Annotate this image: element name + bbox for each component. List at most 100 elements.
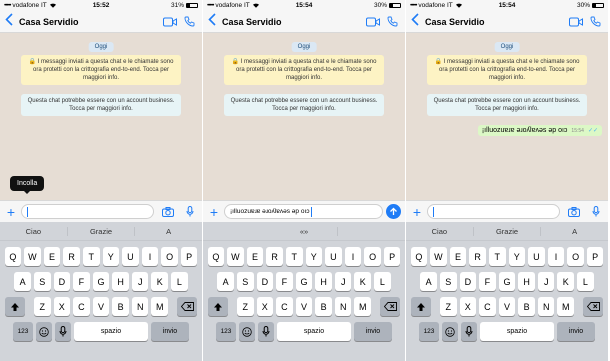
key[interactable]: I	[344, 247, 362, 266]
key[interactable]: N	[334, 297, 352, 316]
message-input[interactable]: ¡ılluozuɐɹɐ ǝɹoʎlɐʌǝs ǝp oıɔ	[224, 204, 383, 219]
key[interactable]: Q	[4, 247, 22, 266]
microphone-icon[interactable]	[182, 205, 198, 219]
key[interactable]: A	[420, 272, 437, 291]
key[interactable]: M	[557, 297, 575, 316]
suggestion-item[interactable]: A	[541, 227, 608, 236]
enter-key[interactable]: invio	[557, 322, 595, 341]
video-call-icon[interactable]	[162, 15, 178, 29]
emoji-icon[interactable]	[36, 322, 52, 341]
paste-tooltip[interactable]: Incolla	[10, 176, 45, 194]
emoji-icon[interactable]	[442, 322, 458, 341]
key[interactable]: T	[82, 247, 100, 266]
video-call-icon[interactable]	[365, 15, 381, 29]
emoji-icon[interactable]	[239, 322, 255, 341]
suggestion-item[interactable]: Grazie	[474, 226, 542, 236]
key[interactable]: M	[354, 297, 372, 316]
key[interactable]: G	[295, 272, 313, 291]
space-key[interactable]: spazio	[74, 322, 148, 341]
key[interactable]: Q	[207, 247, 225, 266]
key[interactable]: B	[518, 297, 535, 316]
plus-icon[interactable]: +	[207, 204, 221, 220]
plus-icon[interactable]: +	[4, 204, 18, 220]
key[interactable]: H	[315, 272, 332, 291]
suggestion-item[interactable]: Ciao	[0, 226, 68, 236]
chat-title[interactable]: Casa Servidio	[425, 17, 565, 27]
microphone-icon[interactable]	[588, 205, 604, 219]
key[interactable]: G	[92, 272, 110, 291]
dictation-icon[interactable]	[258, 322, 274, 341]
key[interactable]: P	[180, 247, 198, 266]
key[interactable]: D	[256, 272, 274, 291]
dictation-icon[interactable]	[461, 322, 477, 341]
key[interactable]: O	[364, 247, 381, 266]
key[interactable]: X	[256, 297, 274, 316]
enter-key[interactable]: invio	[151, 322, 189, 341]
key[interactable]: Y	[102, 247, 120, 266]
shift-icon[interactable]	[207, 297, 228, 316]
key[interactable]: N	[537, 297, 555, 316]
key[interactable]: K	[354, 272, 372, 291]
key[interactable]: E	[246, 247, 264, 266]
chat-title[interactable]: Casa Servidio	[19, 17, 159, 27]
shift-icon[interactable]	[410, 297, 431, 316]
key[interactable]: L	[577, 272, 594, 291]
key[interactable]: S	[439, 272, 457, 291]
suggestion-item[interactable]: Grazie	[68, 226, 136, 236]
key[interactable]: O	[161, 247, 178, 266]
numbers-key[interactable]: 123	[13, 322, 33, 341]
key[interactable]: F	[276, 272, 293, 291]
key[interactable]: C	[479, 297, 496, 316]
key[interactable]: B	[112, 297, 129, 316]
space-key[interactable]: spazio	[480, 322, 554, 341]
key[interactable]: Y	[508, 247, 526, 266]
key[interactable]: O	[567, 247, 584, 266]
key[interactable]: D	[53, 272, 71, 291]
key[interactable]: W	[430, 247, 447, 266]
key[interactable]: W	[227, 247, 244, 266]
key[interactable]: X	[53, 297, 71, 316]
key[interactable]: C	[276, 297, 293, 316]
plus-icon[interactable]: +	[410, 204, 424, 220]
key[interactable]: I	[547, 247, 565, 266]
key[interactable]: P	[383, 247, 401, 266]
key[interactable]: U	[122, 247, 139, 266]
key[interactable]: J	[537, 272, 555, 291]
key[interactable]: U	[528, 247, 545, 266]
key[interactable]: U	[325, 247, 342, 266]
key[interactable]: R	[469, 247, 486, 266]
camera-icon[interactable]	[566, 205, 582, 219]
key[interactable]: M	[151, 297, 169, 316]
key[interactable]: H	[518, 272, 535, 291]
key[interactable]: B	[315, 297, 332, 316]
key[interactable]: W	[24, 247, 41, 266]
key[interactable]: J	[131, 272, 149, 291]
shift-icon[interactable]	[4, 297, 25, 316]
numbers-key[interactable]: 123	[216, 322, 236, 341]
phone-icon[interactable]	[181, 15, 197, 29]
key[interactable]: K	[151, 272, 169, 291]
key[interactable]: Z	[439, 297, 457, 316]
outgoing-message[interactable]: ¡ılluozuɐɹɐ ǝɹoʎlɐʌǝs ǝp oıɔ 15:54 ✓✓	[477, 125, 602, 136]
space-key[interactable]: spazio	[277, 322, 351, 341]
delete-icon[interactable]	[177, 297, 198, 316]
key[interactable]: F	[73, 272, 90, 291]
phone-icon[interactable]	[587, 15, 603, 29]
key[interactable]: E	[449, 247, 467, 266]
key[interactable]: T	[488, 247, 506, 266]
business-notice[interactable]: Questa chat potrebbe essere con un accou…	[427, 94, 587, 116]
key[interactable]: E	[43, 247, 61, 266]
key[interactable]: H	[112, 272, 129, 291]
key[interactable]: R	[63, 247, 80, 266]
key[interactable]: V	[295, 297, 313, 316]
key[interactable]: F	[479, 272, 496, 291]
encryption-notice[interactable]: 🔒 I messaggi inviati a questa chat e le …	[427, 55, 587, 85]
message-input[interactable]	[21, 204, 154, 219]
delete-icon[interactable]	[583, 297, 604, 316]
key[interactable]: V	[498, 297, 516, 316]
key[interactable]: Q	[410, 247, 428, 266]
key[interactable]: Y	[305, 247, 323, 266]
video-call-icon[interactable]	[568, 15, 584, 29]
key[interactable]: A	[14, 272, 31, 291]
key[interactable]: G	[498, 272, 516, 291]
